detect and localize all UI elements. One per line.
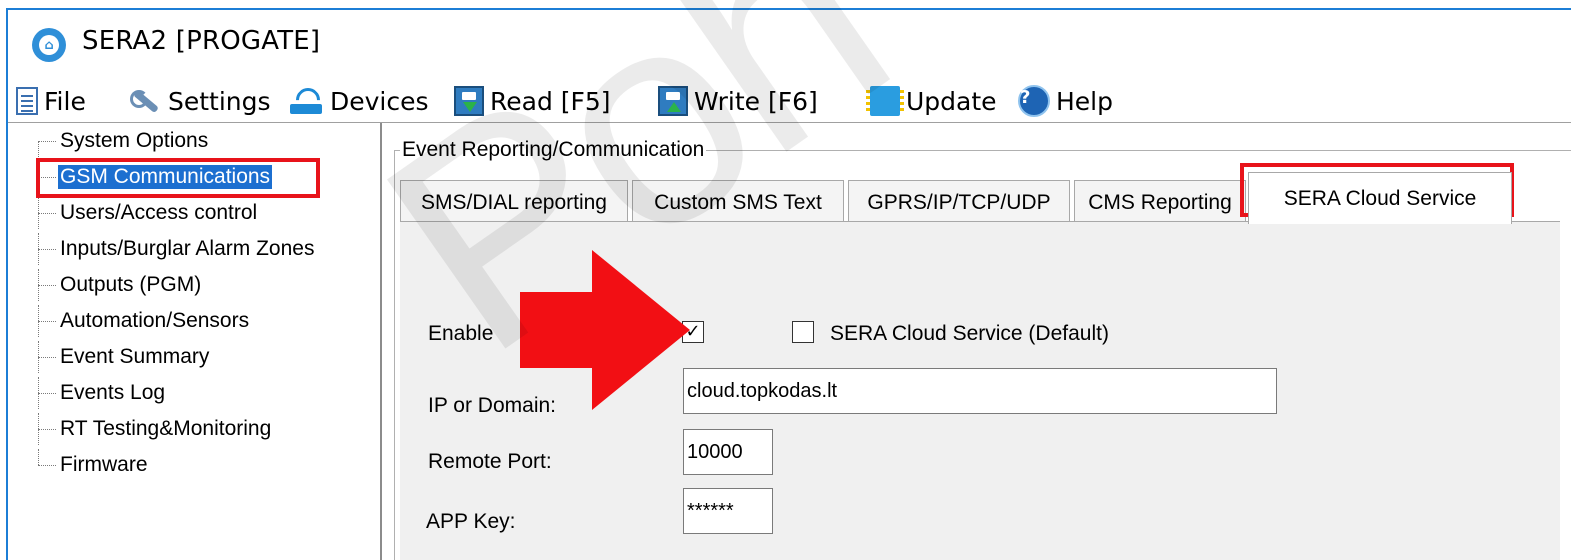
remote-port-input[interactable]: [683, 429, 773, 475]
enable-label: Enable: [428, 322, 494, 345]
menu-bar: File Settings Devices Read [F5] Write [F…: [8, 80, 1571, 123]
tab-label: CMS Reporting: [1088, 190, 1232, 214]
tree-item-label: RT Testing&Monitoring: [60, 417, 272, 440]
menu-write[interactable]: Write [F6]: [658, 85, 818, 117]
update-icon: [866, 86, 904, 116]
group-title: Event Reporting/Communication: [400, 138, 707, 162]
menu-help-label: Help: [1056, 86, 1113, 116]
menu-update-label: Update: [906, 86, 997, 116]
tree-item-label: Inputs/Burglar Alarm Zones: [60, 237, 315, 260]
tree-connector: [34, 125, 56, 157]
tree-item-label: Automation/Sensors: [60, 309, 250, 332]
tree-item-outputs[interactable]: Outputs (PGM): [34, 269, 203, 301]
tree-item-system-options[interactable]: System Options: [34, 125, 210, 157]
tree-item-label: Users/Access control: [60, 201, 258, 224]
tree-connector: [34, 341, 56, 373]
menu-file-label: File: [44, 86, 86, 116]
tree-item-events-log[interactable]: Events Log: [34, 377, 167, 409]
window-title: SERA2 [PROGATE]: [82, 26, 321, 56]
menu-settings-label: Settings: [168, 86, 271, 116]
tab-sms-dial[interactable]: SMS/DIAL reporting: [400, 180, 628, 224]
tab-label: GPRS/IP/TCP/UDP: [867, 190, 1051, 214]
tree-item-label: Events Log: [60, 381, 166, 404]
app-window: ⌂ SERA2 [PROGATE] File Settings Devices …: [6, 8, 1571, 560]
help-icon: ?: [1018, 85, 1050, 117]
menu-help[interactable]: ? Help: [1018, 85, 1113, 117]
tab-custom-sms[interactable]: Custom SMS Text: [632, 180, 844, 224]
devices-icon: [288, 86, 324, 116]
highlight-gsm-box: [36, 158, 320, 198]
menu-devices[interactable]: Devices: [288, 85, 429, 117]
tab-strip: SMS/DIAL reporting Custom SMS Text GPRS/…: [400, 170, 1571, 224]
tree-item-automation[interactable]: Automation/Sensors: [34, 305, 251, 337]
tree-connector: [34, 413, 56, 445]
menu-write-label: Write [F6]: [694, 86, 818, 116]
tab-sera-cloud-service[interactable]: SERA Cloud Service: [1248, 172, 1512, 224]
menu-update[interactable]: Update: [866, 85, 997, 117]
tree-connector: [34, 233, 56, 265]
red-arrow-annotation: [520, 250, 690, 410]
tab-cms-reporting[interactable]: CMS Reporting: [1074, 180, 1246, 224]
default-service-label: SERA Cloud Service (Default): [830, 322, 1109, 345]
file-icon: [16, 87, 38, 115]
app-key-label: APP Key:: [426, 510, 516, 533]
tree-item-label: Firmware: [60, 453, 148, 476]
tree-item-event-summary[interactable]: Event Summary: [34, 341, 211, 373]
remote-port-label: Remote Port:: [428, 450, 552, 473]
write-icon: [658, 86, 688, 116]
tree-connector: [34, 269, 56, 301]
tree-item-rt-testing[interactable]: RT Testing&Monitoring: [34, 413, 273, 445]
tab-label: Custom SMS Text: [654, 190, 822, 214]
tree-item-label: Event Summary: [60, 345, 210, 368]
app-key-input[interactable]: [683, 488, 773, 534]
app-logo-icon: ⌂: [32, 28, 66, 62]
menu-file[interactable]: File: [16, 85, 86, 117]
menu-settings[interactable]: Settings: [128, 85, 271, 117]
tree-connector: [34, 377, 56, 409]
read-icon: [454, 86, 484, 116]
default-service-checkbox[interactable]: [792, 321, 814, 343]
title-bar: ⌂ SERA2 [PROGATE]: [8, 10, 1571, 76]
menu-read-label: Read [F5]: [490, 86, 611, 116]
tree-item-users-access[interactable]: Users/Access control: [34, 197, 259, 229]
tree-item-label: System Options: [60, 129, 209, 152]
tab-label: SERA Cloud Service: [1283, 186, 1477, 210]
settings-icon: [128, 86, 162, 116]
tree-item-firmware[interactable]: Firmware: [34, 449, 150, 481]
tab-label: SMS/DIAL reporting: [421, 190, 607, 214]
tree-connector: [34, 305, 56, 337]
menu-devices-label: Devices: [330, 86, 429, 116]
tree-item-label: Outputs (PGM): [60, 273, 202, 296]
menu-read[interactable]: Read [F5]: [454, 85, 611, 117]
tree-connector: [34, 449, 56, 481]
ip-domain-input[interactable]: [683, 368, 1277, 414]
tree-item-inputs-zones[interactable]: Inputs/Burglar Alarm Zones: [34, 233, 316, 265]
tab-gprs-ip[interactable]: GPRS/IP/TCP/UDP: [848, 180, 1070, 224]
tree-connector: [34, 197, 56, 229]
